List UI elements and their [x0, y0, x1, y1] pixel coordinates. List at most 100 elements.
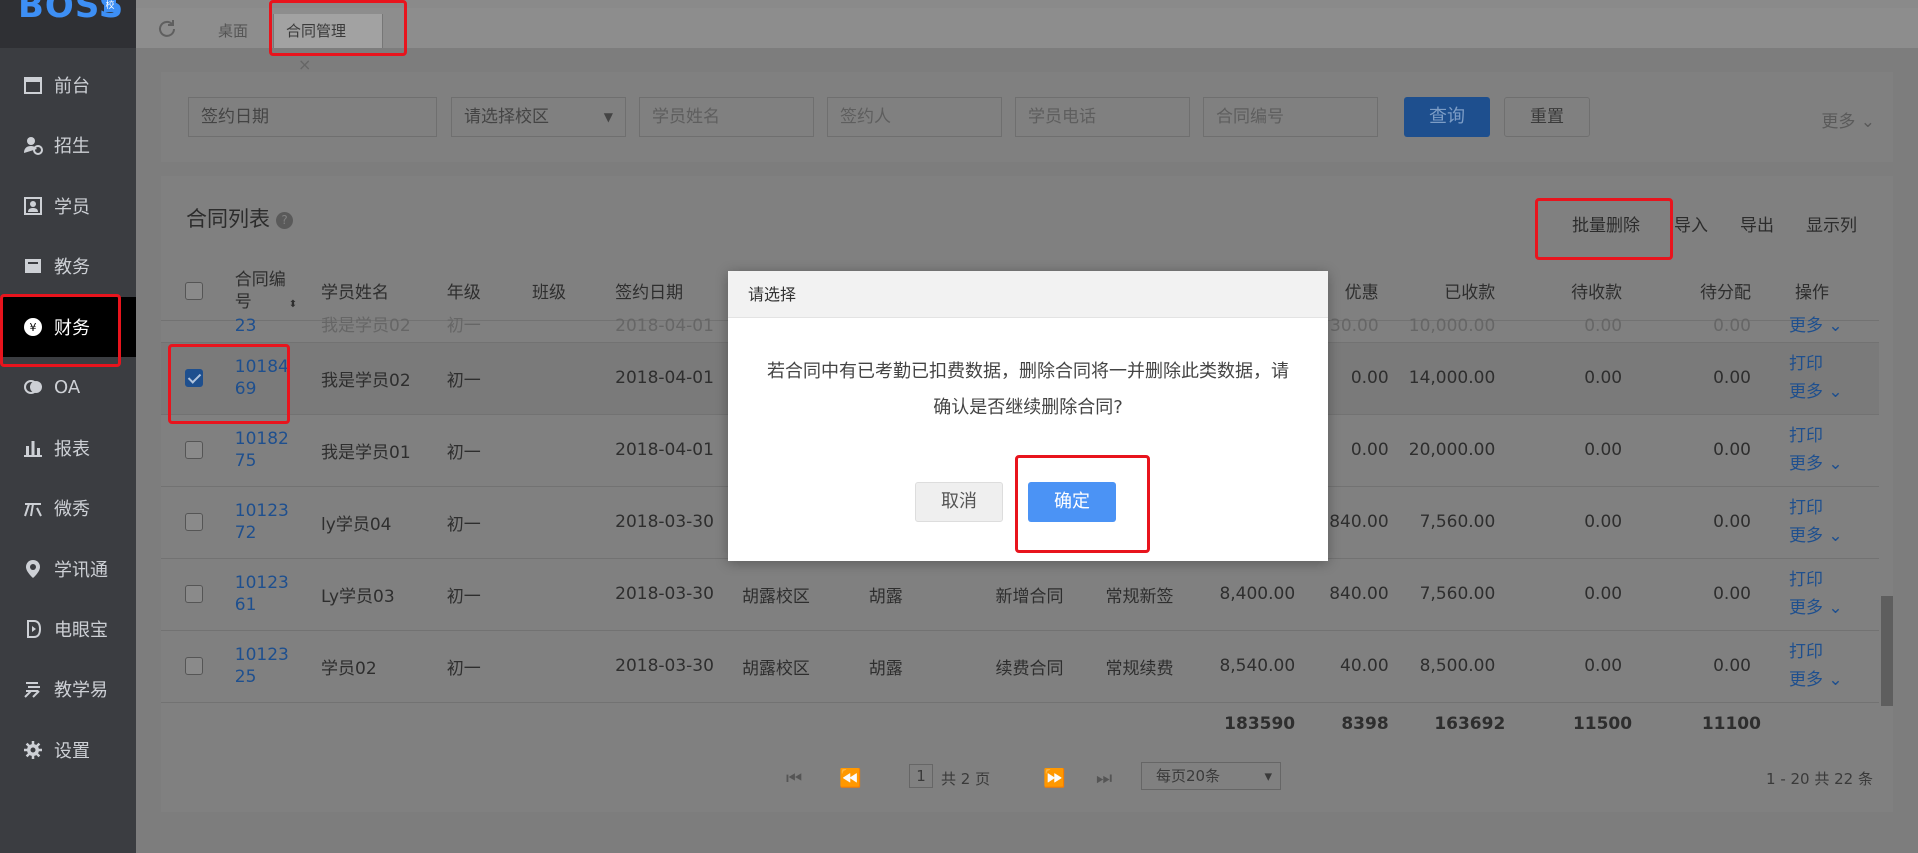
discount-cell: 840.00 [1303, 558, 1397, 631]
contract-no-part: 72 [234, 523, 257, 543]
amount-cell: 8,400.00 [1180, 558, 1304, 631]
sidebar-item-jiaoxueyi[interactable]: 教学易 [0, 659, 136, 719]
app-logo[interactable]: BOSS 校 [0, 0, 136, 48]
sidebar-item-academic[interactable]: 教务 [0, 236, 136, 296]
sidebar-item-label: 学讯通 [54, 560, 108, 581]
table-scrollbar[interactable] [1881, 596, 1893, 706]
page-number-input[interactable]: 1 [909, 764, 933, 788]
refresh-icon[interactable] [156, 18, 178, 40]
page-size-select[interactable]: 每页20条 [1141, 762, 1281, 790]
sidebar-item-dianyanbao[interactable]: 电眼宝 [0, 599, 136, 659]
sidebar-item-reports[interactable]: 报表 [0, 418, 136, 478]
sidebar-item-label: 微秀 [54, 499, 90, 520]
contract-no-part: 10123 [234, 645, 289, 665]
signer-input[interactable]: 签约人 [827, 97, 1002, 137]
print-link[interactable]: 打印 [1789, 350, 1879, 378]
contract-no-link[interactable]: 23 [234, 317, 322, 343]
col-contract-no[interactable]: 合同编号 ⬍ [234, 262, 322, 321]
student-name-input[interactable]: 学员姓名 [639, 97, 814, 137]
sort-icon[interactable]: ⬍ [289, 299, 297, 310]
print-link[interactable]: 打印 [1789, 566, 1879, 594]
contract-no-link[interactable]: 10182 75 [234, 414, 322, 487]
campus-select-value: 请选择校区 [464, 107, 549, 127]
sidebar-item-settings[interactable]: 设置 [0, 720, 136, 780]
contract-no-part: 10123 [234, 573, 289, 593]
contract-no-link[interactable]: 10123 72 [234, 486, 322, 559]
row-checkbox[interactable] [185, 441, 203, 459]
column-settings-button[interactable]: 显示列 [1806, 211, 1857, 236]
sidebar-item-xuexuntong[interactable]: 学讯通 [0, 539, 136, 599]
unallocated-cell: 0.00 [1646, 414, 1775, 487]
more-link[interactable]: 更多 ⌄ [1789, 666, 1879, 694]
sidebar-item-front-desk[interactable]: 前台 [0, 55, 136, 115]
sidebar-item-weixiu[interactable]: 微秀 [0, 478, 136, 538]
unallocated-cell: 0.00 [1646, 486, 1775, 559]
total-pages: 共 2 页 [941, 770, 991, 788]
pending-cell: 0.00 [1519, 342, 1647, 415]
teach-icon [22, 678, 44, 700]
row-checkbox[interactable] [185, 585, 203, 603]
contract-no-input[interactable]: 合同编号 [1203, 97, 1378, 137]
row-checkbox[interactable] [185, 513, 203, 531]
more-link[interactable]: 更多 ⌄ [1774, 317, 1879, 343]
signer-cell: 胡露 [868, 630, 996, 703]
import-button[interactable]: 导入 [1674, 211, 1708, 236]
student-phone-input[interactable]: 学员电话 [1015, 97, 1190, 137]
grade-cell: 初一 [446, 486, 532, 559]
date-cell: 2018-04-01 [615, 414, 742, 487]
student-cell: 我是学员02 [321, 342, 447, 415]
more-link[interactable]: 更多 ⌄ [1789, 594, 1879, 622]
list-title-text: 合同列表 [186, 207, 270, 231]
print-link[interactable]: 打印 [1789, 638, 1879, 666]
sidebar-item-label: 教学易 [54, 680, 108, 701]
reset-button[interactable]: 重置 [1504, 97, 1590, 137]
tab-desktop[interactable]: 桌面 [206, 14, 260, 48]
cancel-button[interactable]: 取消 [915, 482, 1003, 522]
highlight-box [168, 344, 290, 424]
student-cell: ly学员04 [321, 486, 447, 559]
sign-date-field[interactable]: 签约日期 [188, 97, 437, 137]
pending-cell: 0.00 [1519, 558, 1647, 631]
sidebar-item-label: 设置 [54, 741, 90, 762]
campus-cell: 胡露校区 [741, 630, 869, 703]
operations-cell: 打印 更多 ⌄ [1774, 558, 1879, 631]
type-label: 新增合同 [995, 586, 1064, 607]
unallocated-cell: 0.00 [1646, 558, 1775, 631]
more-link[interactable]: 更多 ⌄ [1789, 378, 1879, 406]
pending-cell: 0.00 [1519, 630, 1647, 703]
help-icon[interactable]: ? [276, 211, 293, 229]
export-button[interactable]: 导出 [1740, 211, 1774, 236]
print-link[interactable]: 打印 [1789, 422, 1879, 450]
list-title: 合同列表? [186, 203, 293, 233]
eye-icon [22, 618, 44, 640]
next-page-button[interactable]: ⏩ [1043, 768, 1065, 789]
query-button[interactable]: 查询 [1404, 97, 1490, 137]
first-page-button[interactable]: ⏮ [786, 768, 802, 789]
more-link[interactable]: 更多 ⌄ [1789, 450, 1879, 478]
contract-no-link[interactable]: 10123 25 [234, 630, 322, 703]
table-row[interactable]: 10123 25 学员02 初一 2018-03-30 胡露校区 胡露 续费合同 常规续费 8,5… [161, 630, 1879, 703]
pending-cell: 0.00 [1519, 486, 1647, 559]
total-amount: 183590 [1224, 714, 1296, 735]
class-cell [532, 630, 616, 703]
sidebar-item-label: OA [54, 376, 81, 398]
class-cell [532, 342, 616, 415]
received-cell: 10,000.00 [1396, 317, 1520, 343]
select-all-checkbox[interactable] [185, 281, 203, 300]
table-row[interactable]: 10123 61 Ly学员03 初一 2018-03-30 胡露校区 胡露 新增合同 常规新签 8… [161, 558, 1879, 631]
student-cell: Ly学员03 [321, 558, 447, 631]
received-cell: 14,000.00 [1396, 342, 1520, 415]
col-sign-date: 签约日期 [615, 262, 742, 321]
campus-select[interactable]: 请选择校区 ▼ [451, 97, 626, 137]
more-link[interactable]: 更多 ⌄ [1789, 522, 1879, 550]
more-filters-link[interactable]: 更多 ⌄ [1821, 107, 1875, 132]
row-checkbox[interactable] [185, 657, 203, 675]
prev-page-button[interactable]: ⏪ [839, 768, 861, 789]
date-cell: 2018-03-30 [615, 630, 742, 703]
last-page-button[interactable]: ⏭ [1096, 768, 1112, 789]
contract-no-link[interactable]: 10123 61 [234, 558, 322, 631]
print-link[interactable]: 打印 [1789, 494, 1879, 522]
sidebar-item-enrollment[interactable]: 招生 [0, 115, 136, 175]
sidebar-item-students[interactable]: 学员 [0, 176, 136, 236]
location-icon [22, 558, 44, 580]
